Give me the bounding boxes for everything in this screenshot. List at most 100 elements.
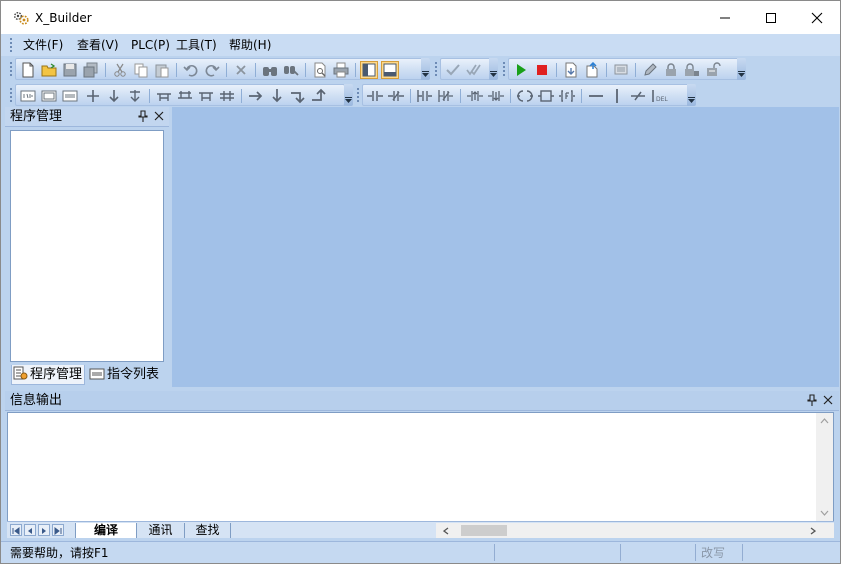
output-vertical-scrollbar[interactable] <box>816 413 833 521</box>
delete-button[interactable] <box>232 61 250 79</box>
menu-help[interactable]: 帮助(H) <box>229 38 271 52</box>
stop-icon <box>537 65 547 75</box>
check-all-button[interactable] <box>465 61 483 79</box>
program-tree[interactable] <box>10 130 164 362</box>
delete-line-button[interactable]: DEL <box>650 87 668 105</box>
horizontal-line-button[interactable] <box>587 87 605 105</box>
open-button[interactable] <box>40 61 58 79</box>
scroll-right-icon[interactable] <box>810 527 816 535</box>
undo-button[interactable] <box>182 61 200 79</box>
toolbar-grip[interactable] <box>10 62 13 76</box>
menu-tools[interactable]: 工具(T) <box>176 38 217 52</box>
monitor-button[interactable] <box>612 61 630 79</box>
find-button[interactable] <box>261 61 279 79</box>
draw-down-button[interactable] <box>268 87 286 105</box>
output-horizontal-scrollbar[interactable] <box>436 523 834 538</box>
toolbar-ladder-edit-overflow[interactable] <box>344 84 353 106</box>
draw-corner-down-button[interactable] <box>289 87 307 105</box>
scroll-left-icon[interactable] <box>443 527 449 535</box>
pin-icon[interactable] <box>136 109 150 123</box>
instruction-block-button[interactable] <box>558 87 576 105</box>
instruction-view-button[interactable] <box>61 87 79 105</box>
scroll-down-icon[interactable] <box>820 510 829 516</box>
delete-branch-button[interactable] <box>197 87 215 105</box>
tab-prev-button[interactable] <box>24 524 36 536</box>
run-button[interactable] <box>512 61 530 79</box>
redo-button[interactable] <box>203 61 221 79</box>
toolbar-grip[interactable] <box>503 62 506 76</box>
rising-edge-button[interactable] <box>466 87 484 105</box>
toolbar-standard-overflow[interactable] <box>421 58 430 80</box>
delete-rung-button[interactable] <box>218 87 236 105</box>
tab-first-button[interactable] <box>10 524 22 536</box>
save-button[interactable] <box>61 61 79 79</box>
invert-button[interactable] <box>629 87 647 105</box>
ladder-view-button[interactable] <box>19 87 37 105</box>
editor-workspace[interactable] <box>172 107 839 387</box>
toolbar-grip[interactable] <box>10 88 13 102</box>
nc-contact-button[interactable] <box>387 87 405 105</box>
toolbar-grip[interactable] <box>357 88 360 102</box>
tab-instruction-list[interactable]: 指令列表 <box>89 365 167 385</box>
coil-button[interactable] <box>516 87 534 105</box>
insert-line-button[interactable] <box>84 87 102 105</box>
edit-button[interactable] <box>641 61 659 79</box>
toolbar-plc-overflow[interactable] <box>737 58 746 80</box>
replace-button[interactable] <box>282 61 300 79</box>
unlock-button[interactable] <box>704 61 722 79</box>
parallel-nc-button[interactable] <box>437 87 455 105</box>
falling-edge-button[interactable] <box>487 87 505 105</box>
toggle-output-panel-button[interactable] <box>381 61 399 79</box>
function-block-button[interactable] <box>537 87 555 105</box>
insert-down-button[interactable] <box>105 87 123 105</box>
insert-branch-button[interactable] <box>155 87 173 105</box>
tab-search[interactable]: 查找 <box>185 523 231 538</box>
close-icon[interactable] <box>152 109 166 123</box>
insert-down-branch-button[interactable] <box>126 87 144 105</box>
chevron-down-icon <box>422 71 429 77</box>
tab-compile[interactable]: 编译 <box>75 523 137 538</box>
download-button[interactable] <box>562 61 580 79</box>
scroll-up-icon[interactable] <box>820 418 829 424</box>
password-button[interactable] <box>683 61 701 79</box>
new-button[interactable] <box>19 61 37 79</box>
output-text-area[interactable] <box>7 412 834 522</box>
paste-button[interactable] <box>153 61 171 79</box>
sequence-view-button[interactable] <box>40 87 58 105</box>
horizontal-scroll-thumb[interactable] <box>461 525 507 536</box>
print-button[interactable] <box>332 61 350 79</box>
print-preview-button[interactable] <box>311 61 329 79</box>
menu-file[interactable]: 文件(F) <box>23 38 63 52</box>
stop-button[interactable] <box>533 61 551 79</box>
toggle-program-panel-button[interactable] <box>360 61 378 79</box>
save-all-button[interactable] <box>82 61 100 79</box>
parallel-no-button[interactable] <box>416 87 434 105</box>
toolbar-grip[interactable] <box>435 62 438 76</box>
toolbar-row-1 <box>1 56 840 82</box>
lock-button[interactable] <box>662 61 680 79</box>
copy-button[interactable] <box>132 61 150 79</box>
menu-plc[interactable]: PLC(P) <box>131 38 170 52</box>
menu-view[interactable]: 查看(V) <box>77 38 119 52</box>
vertical-line-button[interactable] <box>608 87 626 105</box>
tab-last-button[interactable] <box>52 524 64 536</box>
tab-program-management[interactable]: 程序管理 <box>11 365 85 385</box>
check-button[interactable] <box>444 61 462 79</box>
draw-corner-up-button[interactable] <box>310 87 328 105</box>
menu-grip[interactable] <box>10 38 13 52</box>
tab-communication[interactable]: 通讯 <box>137 523 185 538</box>
toolbar-ladder-elements-overflow[interactable] <box>687 84 696 106</box>
ladder-view-icon <box>20 90 36 102</box>
close-button[interactable] <box>794 1 840 34</box>
cut-button[interactable] <box>111 61 129 79</box>
toolbar-compile-overflow[interactable] <box>489 58 498 80</box>
upload-button[interactable] <box>583 61 601 79</box>
maximize-button[interactable] <box>748 1 794 34</box>
insert-branch-up-button[interactable] <box>176 87 194 105</box>
minimize-button[interactable] <box>702 1 748 34</box>
pin-icon[interactable] <box>805 393 819 407</box>
no-contact-button[interactable] <box>366 87 384 105</box>
tab-next-button[interactable] <box>38 524 50 536</box>
close-icon[interactable] <box>821 393 835 407</box>
draw-right-button[interactable] <box>247 87 265 105</box>
